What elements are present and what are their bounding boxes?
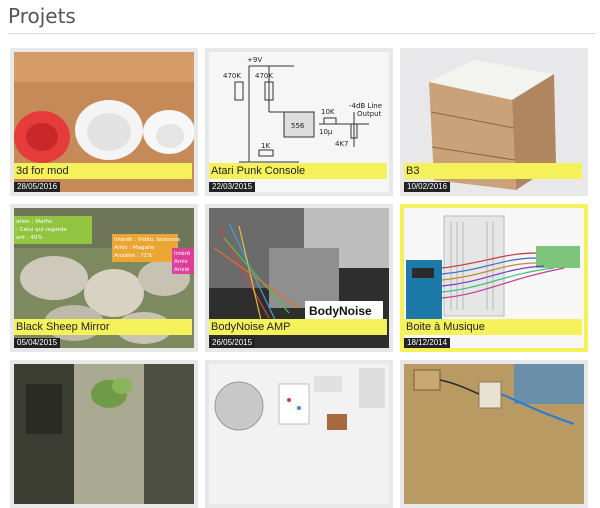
schematic-label: Output xyxy=(357,110,382,118)
tag-line: Intérêt : Vidéo, boissons xyxy=(114,236,181,243)
project-name: B3 xyxy=(404,163,582,179)
bodynoise-logo-text: BodyNoise xyxy=(309,304,372,318)
project-date: 05/04/2015 xyxy=(14,338,61,348)
project-date: 18/12/2014 xyxy=(404,338,451,348)
project-card[interactable] xyxy=(205,360,393,508)
project-name: 3d for mod xyxy=(14,163,192,179)
project-name: Atari Punk Console xyxy=(209,163,387,179)
tag-line: Anxiété : 71% xyxy=(114,252,153,259)
project-thumbnail xyxy=(404,364,584,504)
tag-line: Anxié xyxy=(174,266,190,273)
project-date: 10/02/2016 xyxy=(404,182,451,192)
project-name: Boite à Musique xyxy=(404,319,582,335)
tag-line: Amis : Magalie xyxy=(114,245,155,251)
project-card[interactable]: ation : Maths : Celui qui regarde ant : … xyxy=(10,204,198,352)
tag-line: : Celui qui regarde xyxy=(16,227,67,233)
schematic-label: 470K xyxy=(223,72,241,80)
project-card[interactable] xyxy=(10,360,198,508)
project-card[interactable]: B3 10/02/2016 xyxy=(400,48,588,196)
tag-line: ant : 40% xyxy=(16,235,43,241)
project-name: Black Sheep Mirror xyxy=(14,319,192,335)
schematic-label: 470K xyxy=(255,72,273,80)
schematic-label: +9V xyxy=(247,56,262,64)
schematic-label: 4K7 xyxy=(335,140,349,148)
tag-line: Intérê xyxy=(174,250,191,257)
project-thumbnail xyxy=(209,364,389,504)
project-card[interactable]: Boite à Musique 18/12/2014 xyxy=(400,204,588,352)
project-card[interactable]: BodyNoise BodyNoise AMP 26/05/2015 xyxy=(205,204,393,352)
project-name: BodyNoise AMP xyxy=(209,319,387,335)
project-date: 28/05/2016 xyxy=(14,182,61,192)
project-card[interactable] xyxy=(400,360,588,508)
project-card[interactable]: +9V 470K 470K 556 10K 10µ 4K7 1K -4dB Li… xyxy=(205,48,393,196)
schematic-label: 1K xyxy=(261,142,270,150)
project-card[interactable]: 3d for mod 28/05/2016 xyxy=(10,48,198,196)
schematic-label: 10K xyxy=(321,108,335,116)
project-thumbnail xyxy=(14,364,194,504)
schematic-label: 556 xyxy=(291,122,305,130)
projects-grid: 3d for mod 28/05/2016 +9V 470K 470K 556 … xyxy=(0,0,600,508)
project-date: 26/05/2015 xyxy=(209,338,256,348)
tag-line: Amis xyxy=(174,259,188,265)
schematic-label: 10µ xyxy=(319,128,333,136)
tag-line: ation : Maths xyxy=(16,219,52,225)
project-date: 22/03/2015 xyxy=(209,182,256,192)
schematic-label: -4dB Line xyxy=(349,102,382,110)
